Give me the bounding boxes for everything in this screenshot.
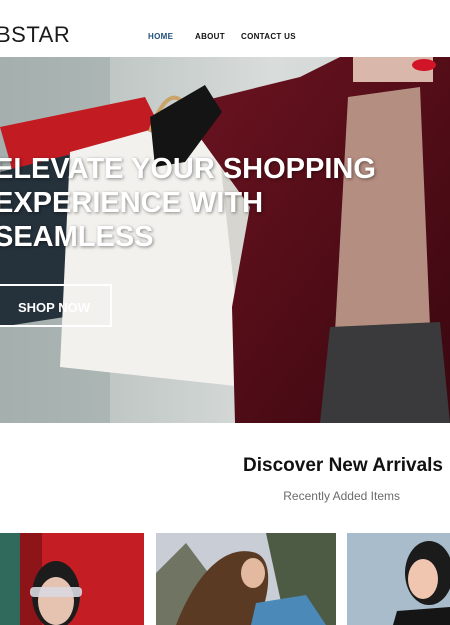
section-subtitle: Recently Added Items — [283, 489, 400, 503]
hero-banner: ELEVATE YOUR SHOPPING EXPERIENCE WITH SE… — [0, 57, 450, 423]
product-image — [0, 533, 144, 625]
product-card[interactable] — [156, 533, 336, 625]
product-image — [156, 533, 336, 625]
section-title: Discover New Arrivals — [243, 455, 443, 476]
nav-contact-link[interactable]: CONTACT US — [241, 32, 296, 41]
product-card[interactable] — [347, 533, 450, 625]
product-card[interactable] — [0, 533, 144, 625]
product-image — [347, 533, 450, 625]
nav-about-link[interactable]: ABOUT — [195, 32, 225, 41]
hero-headline: ELEVATE YOUR SHOPPING EXPERIENCE WITH SE… — [0, 152, 414, 254]
nav-home-link[interactable]: HOME — [148, 32, 173, 41]
site-header: BSTAR HOME ABOUT CONTACT US — [0, 0, 450, 57]
shop-now-button[interactable]: SHOP NOW — [0, 284, 112, 327]
logo[interactable]: BSTAR — [0, 22, 70, 48]
hero-headline-line: EXPERIENCE WITH — [0, 187, 264, 219]
hero-headline-line: SEAMLESS — [0, 221, 154, 253]
hero-headline-line: ELEVATE YOUR SHOPPING — [0, 153, 376, 185]
